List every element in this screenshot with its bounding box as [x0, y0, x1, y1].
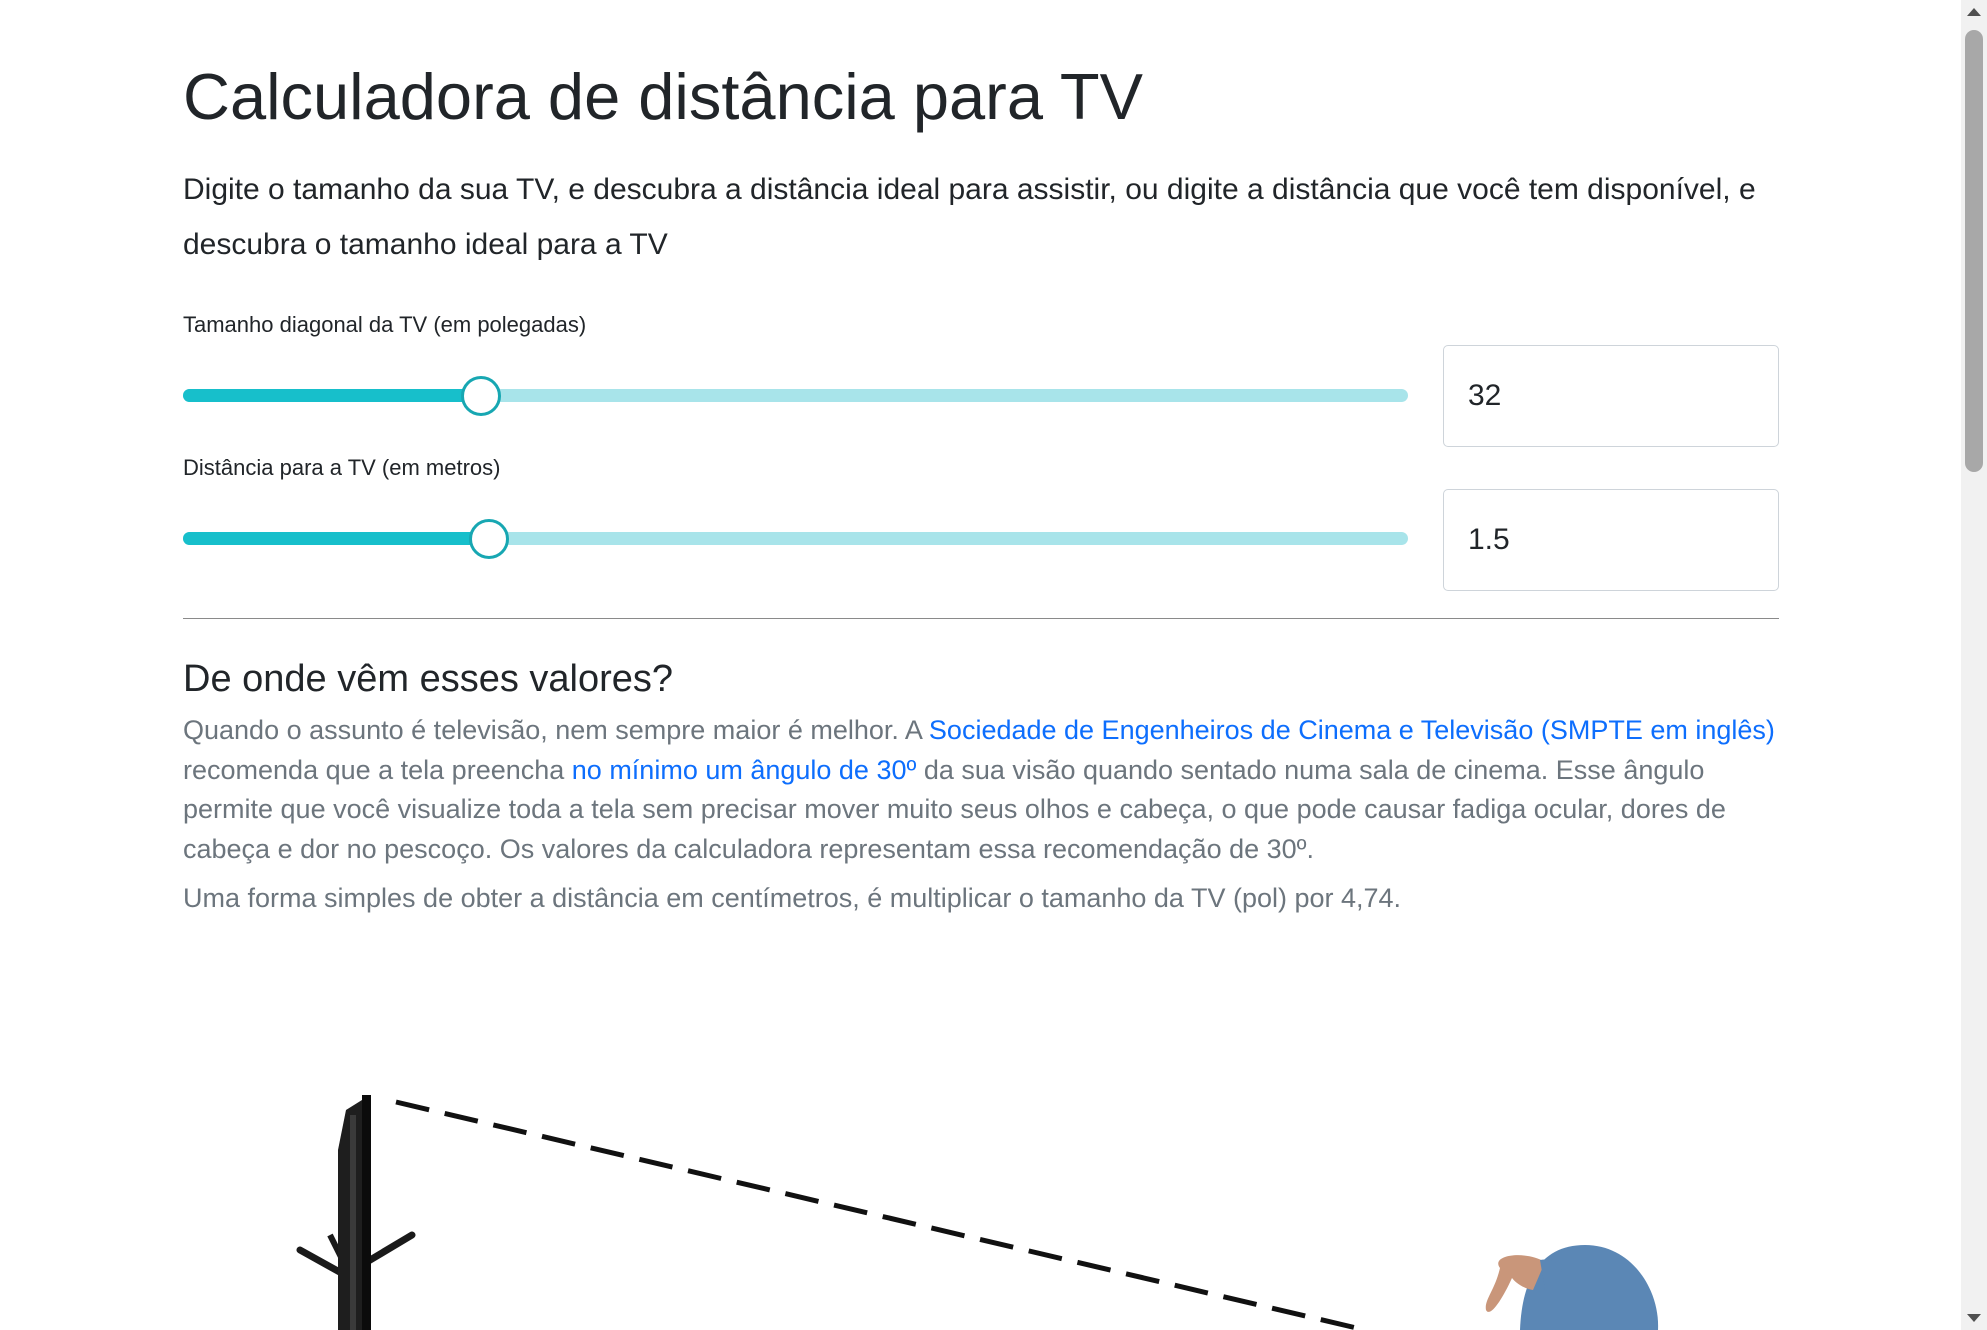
explanation-text-2: recomenda que a tela preencha: [183, 754, 572, 785]
scrollbar-thumb[interactable]: [1965, 30, 1983, 472]
size-slider-thumb[interactable]: [460, 376, 501, 416]
page-title: Calculadora de distância para TV: [183, 60, 1143, 133]
distance-slider-fill: [183, 532, 490, 545]
distance-label: Distância para a TV (em metros): [183, 455, 501, 480]
size-slider[interactable]: [183, 371, 1408, 421]
tv-icon: [296, 1095, 416, 1330]
viewer-icon: [1485, 1245, 1659, 1330]
distance-slider-thumb[interactable]: [469, 519, 510, 559]
page-lead: Digite o tamanho da sua TV, e descubra a…: [183, 173, 1756, 261]
size-slider-fill: [183, 389, 481, 402]
explanation-paragraph: Quando o assunto é televisão, nem sempre…: [183, 711, 1779, 869]
scroll-up-arrow-icon[interactable]: [1967, 8, 1981, 16]
scroll-down-arrow-icon[interactable]: [1967, 1314, 1981, 1322]
distance-slider[interactable]: [183, 514, 1408, 564]
formula-paragraph: Uma forma simples de obter a distância e…: [183, 883, 1402, 913]
sightline: [395, 1099, 1366, 1330]
explanation-text-1: Quando o assunto é televisão, nem sempre…: [183, 715, 929, 745]
distance-input[interactable]: [1443, 489, 1779, 591]
size-input[interactable]: [1443, 345, 1779, 447]
section-heading: De onde vêm esses valores?: [183, 658, 674, 700]
angle-link[interactable]: no mínimo um ângulo de 30º: [572, 755, 917, 785]
smpte-link[interactable]: Sociedade de Engenheiros de Cinema e Tel…: [929, 715, 1775, 745]
size-label: Tamanho diagonal da TV (em polegadas): [183, 312, 587, 337]
section-divider: [183, 618, 1779, 619]
vertical-scrollbar[interactable]: [1961, 0, 1987, 1330]
